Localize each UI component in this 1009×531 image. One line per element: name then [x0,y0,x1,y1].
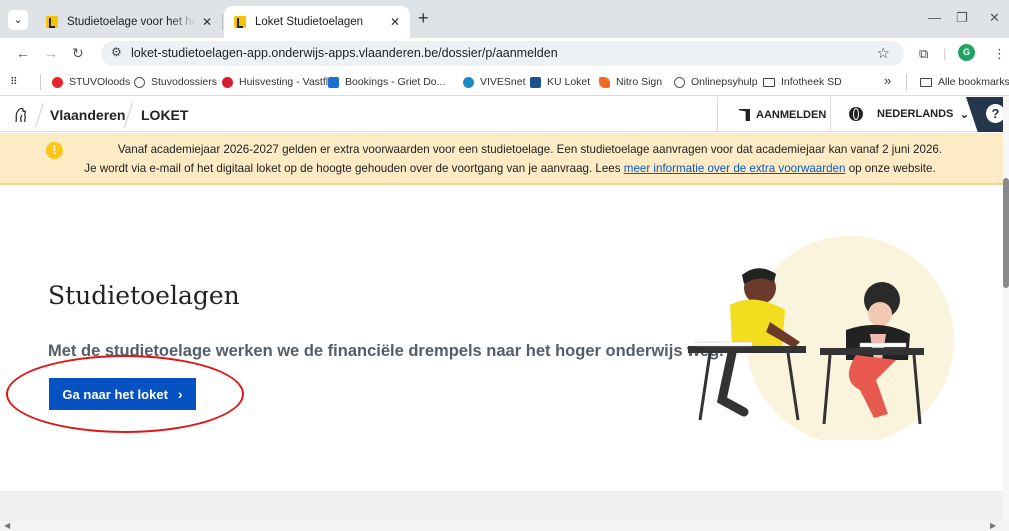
footer-band [0,491,1005,521]
browser-toolbar: ← → ↻ ⚙ loket-studietoelagen-app.onderwi… [0,38,1009,68]
forward-icon[interactable]: → [44,45,58,61]
header-divider [830,97,831,132]
close-window-icon[interactable]: ✕ [989,10,1000,26]
bookmarks-overflow-button[interactable]: » [884,73,891,88]
chevron-down-icon: ⌄ [959,107,970,121]
brand-divider [35,103,44,127]
bookmark-stuvoloods[interactable]: STUVOloods [52,76,130,88]
bookmark-stuvodossiers[interactable]: Stuvodossiers [134,76,217,88]
reload-icon[interactable]: ↻ [72,45,84,62]
minimize-icon[interactable]: — [928,10,941,25]
address-url[interactable]: loket-studietoelagen-app.onderwijs-apps.… [131,46,558,60]
globe-icon [134,76,145,88]
alert-text: op onze website. [845,162,936,175]
vlaanderen-favicon-icon [234,16,246,28]
ku-icon [530,76,541,88]
bookmark-infotheek-sd[interactable]: Infotheek SD [763,76,842,88]
red-annotation-circle [6,355,244,433]
folder-icon [920,77,932,87]
bookmark-label: Nitro Sign [616,76,663,88]
vives-icon [463,76,474,88]
profile-avatar[interactable]: G [958,44,975,61]
site-header: Vlaanderen LOKET AANMELDEN NEDERLANDS ⌄ [0,97,1005,132]
vlaanderen-favicon-icon [46,16,58,28]
tab-loket-studietoelagen[interactable]: Loket Studietoelagen ✕ [224,6,410,38]
app-name-loket[interactable]: LOKET [141,107,188,123]
bookmark-label: VIVESnet [480,76,526,88]
tab-close-icon[interactable]: ✕ [202,15,212,29]
tab-title: Loket Studietoelagen [255,16,364,28]
login-label: AANMELDEN [756,109,827,121]
login-button[interactable]: AANMELDEN [739,109,826,121]
bookmark-label: Bookings - Griet Do... [345,76,446,88]
red-dot-icon [52,76,63,88]
bookmark-nitro-sign[interactable]: Nitro Sign [599,76,662,88]
folder-icon [763,77,775,87]
bookmark-label: KU Loket [547,76,591,88]
header-divider [717,97,718,132]
nitro-icon [599,76,610,88]
bookmarks-divider [906,74,907,90]
tab-search-dropdown-icon[interactable]: ⌄ [8,10,28,30]
extra-voorwaarden-link[interactable]: meer informatie over de extra voorwaarde… [624,162,846,175]
info-alert: ! Vanaf academiejaar 2026-2027 gelden er… [0,133,1005,185]
brand-vlaanderen[interactable]: Vlaanderen [50,107,125,123]
bookmarks-divider [40,74,41,90]
page-title: Studietoelagen [48,281,240,310]
tab-title: Studietoelage voor het hoger onderwijs [67,16,196,28]
scroll-right-icon[interactable]: ▶ [990,521,996,530]
alert-line-2: Je wordt via e-mail of het digitaal loke… [40,160,980,178]
globe-icon [674,76,685,88]
vlaamse-leeuw-logo-icon[interactable] [12,105,32,125]
globe-icon [849,107,863,121]
alert-line-1: Vanaf academiejaar 2026-2027 gelden er e… [117,143,943,156]
bookmark-label: STUVOloods [69,76,131,88]
site-settings-icon[interactable]: ⚙ [111,45,122,59]
students-exam-illustration [688,236,954,440]
new-tab-button[interactable]: + [418,8,429,29]
bookmark-ku-loket[interactable]: KU Loket [530,76,590,88]
bookmark-star-icon[interactable]: ☆ [877,44,890,62]
bookmark-label: Huisvesting - Vastfl... [239,76,337,88]
back-icon[interactable]: ← [16,45,30,61]
toolbar-divider: | [943,46,947,61]
bookmark-bookings[interactable]: Bookings - Griet Do... [328,76,445,88]
alert-text: Je wordt via e-mail of het digitaal loke… [84,162,624,175]
bookmark-vivesnet[interactable]: VIVESnet [463,76,526,88]
vertical-scrollbar[interactable] [1003,97,1009,521]
browser-tab-strip: ⌄ Studietoelage voor het hoger onderwijs… [0,0,1009,38]
all-bookmarks-label: Alle bookmarks [938,76,1009,88]
language-selector[interactable]: NEDERLANDS ⌄ [849,107,969,121]
door-login-icon [739,109,750,121]
tab-studietoelage-info[interactable]: Studietoelage voor het hoger onderwijs ✕ [36,6,222,38]
bookmark-label: Infotheek SD [781,76,842,88]
heart-icon [222,76,233,88]
address-bar[interactable]: ⚙ loket-studietoelagen-app.onderwijs-app… [101,41,904,66]
scroll-left-icon[interactable]: ◀ [4,521,10,530]
restore-icon[interactable]: ❐ [956,10,968,26]
browser-menu-icon[interactable]: ⋮ [993,46,1006,62]
outlook-icon [328,76,339,88]
tab-close-icon[interactable]: ✕ [390,15,400,29]
bookmark-onlinepsyhulp[interactable]: Onlinepsyhulp [674,76,758,88]
bookmark-label: Onlinepsyhulp [691,76,758,88]
language-label: NEDERLANDS [877,108,954,120]
scroll-thumb[interactable] [1003,178,1009,288]
horizontal-scrollbar[interactable]: ◀ ▶ [0,521,1009,531]
all-bookmarks-button[interactable]: Alle bookmarks [920,76,1009,88]
bookmark-huisvesting[interactable]: Huisvesting - Vastfl... [222,76,337,88]
bookmark-label: Stuvodossiers [151,76,217,88]
bookmarks-bar: ⠿ STUVOloods Stuvodossiers Huisvesting -… [0,68,1009,96]
tab-divider [222,14,223,30]
extensions-icon[interactable]: ⧉ [919,46,928,62]
apps-grid-icon[interactable]: ⠿ [10,76,18,88]
